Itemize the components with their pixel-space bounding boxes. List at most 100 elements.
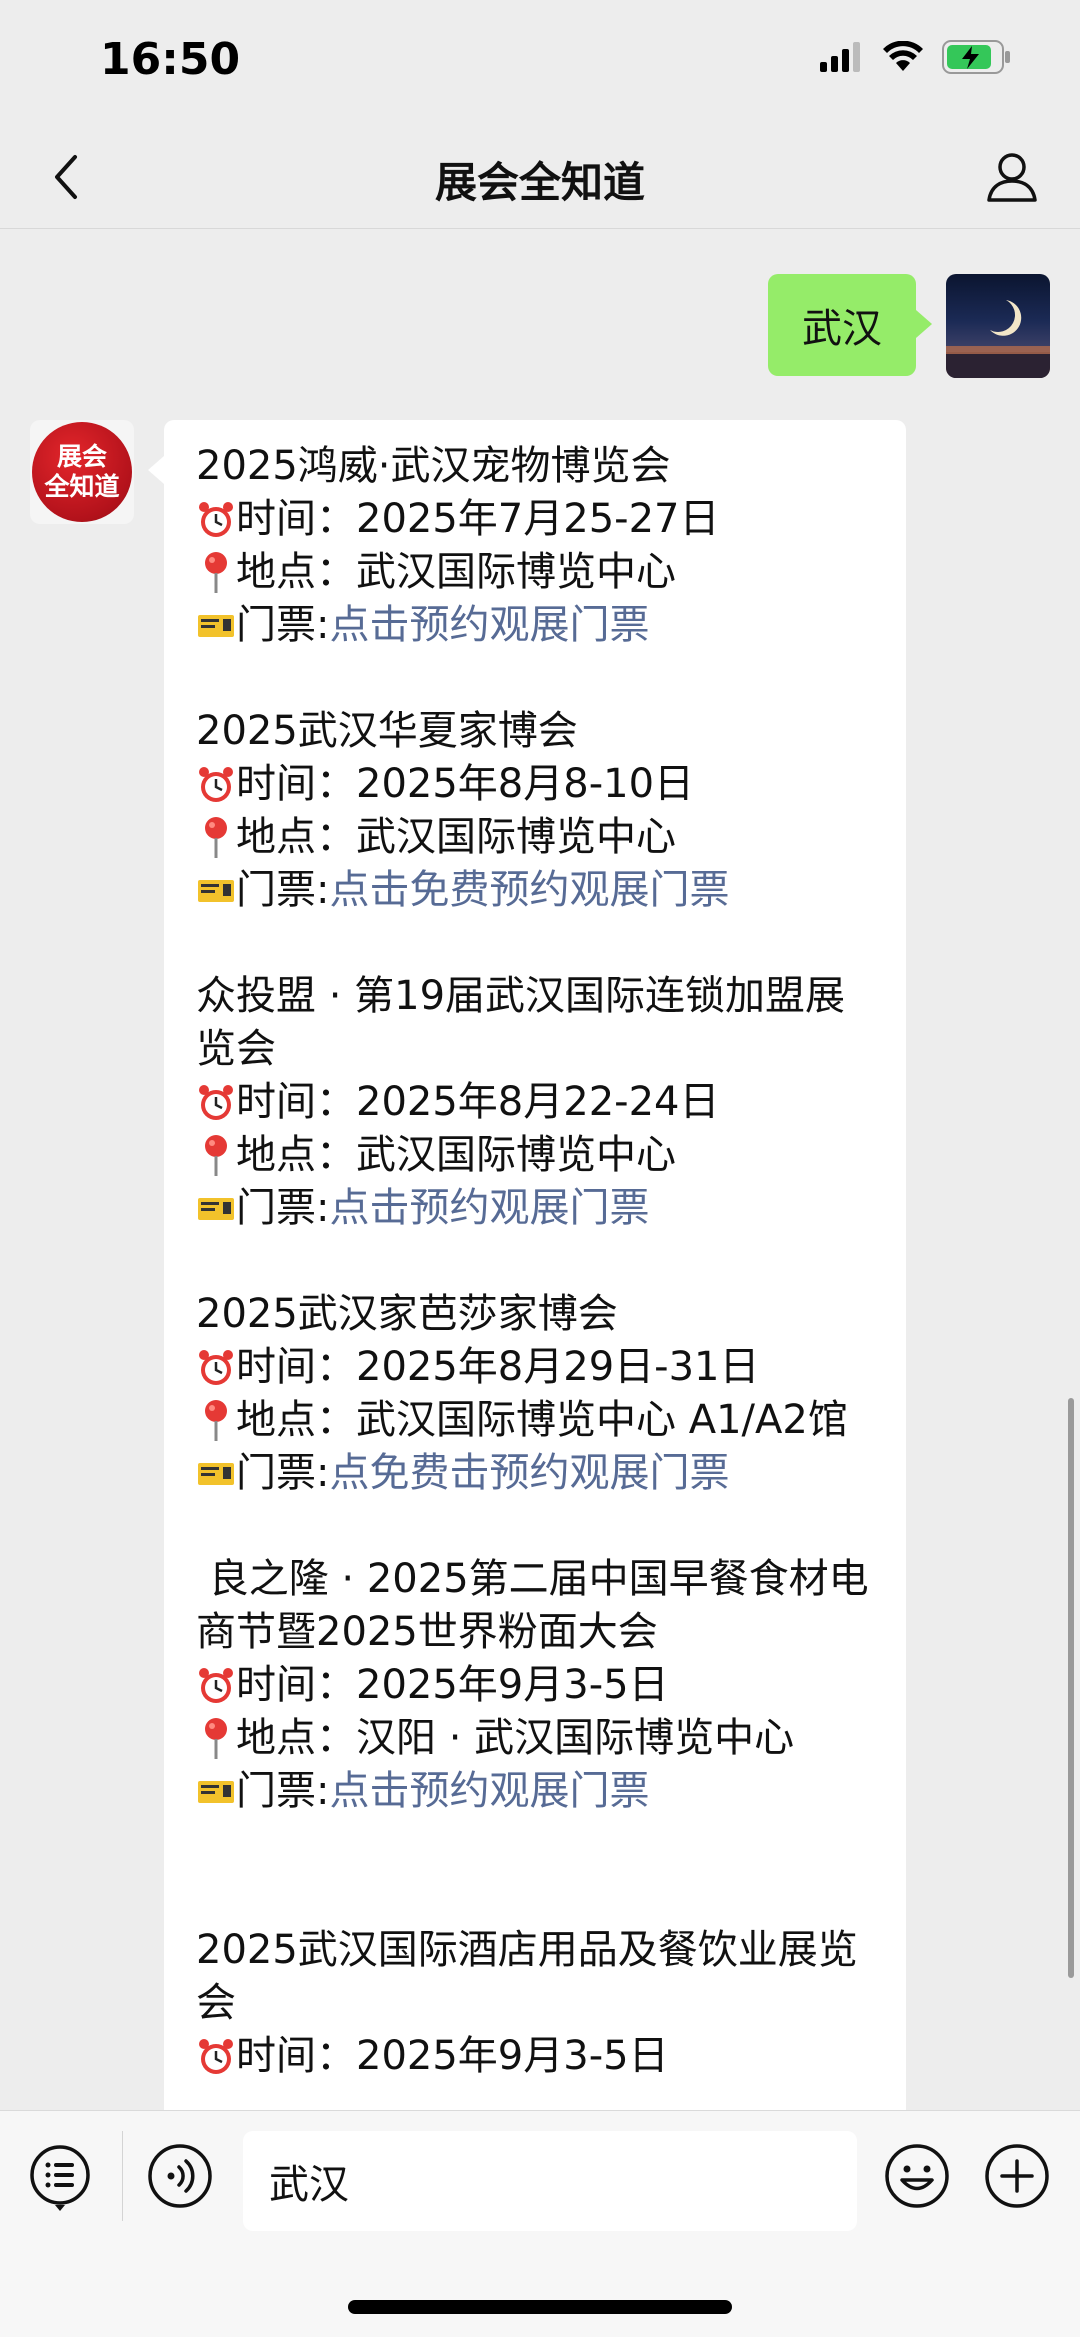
my-avatar[interactable] — [946, 274, 1050, 378]
emoji-button[interactable] — [884, 2143, 950, 2209]
event-time-label: 时间： — [236, 1079, 356, 1125]
event-time-row: 时间： 2025年8月8-10日 — [196, 758, 878, 811]
event-venue-label: 地点： — [236, 549, 356, 595]
event-venue-label: 地点： — [236, 814, 356, 860]
alarm-clock-icon — [196, 2030, 236, 2083]
event-time: 2025年9月3-5日 — [356, 1662, 669, 1708]
profile-button[interactable] — [980, 145, 1044, 209]
event-item: 2025武汉华夏家博会 时间： 2025年8月8-10日 地点： 武汉国际博览中… — [196, 705, 878, 917]
event-time-label: 时间： — [236, 1662, 356, 1708]
event-venue-row: 地点： 武汉国际博览中心 — [196, 546, 878, 599]
ticket-icon — [196, 1447, 236, 1500]
location-pin-icon — [196, 546, 236, 599]
person-icon — [987, 153, 1037, 202]
ticket-booking-link[interactable]: 点击预约观展门票 — [329, 1182, 649, 1235]
more-options-button[interactable] — [984, 2143, 1050, 2209]
event-venue: 武汉国际博览中心 — [356, 549, 676, 595]
voice-input-button[interactable] — [147, 2143, 213, 2209]
event-ticket-row: 门票: 点击免费预约观展门票 — [196, 864, 878, 917]
sent-message-text: 武汉 — [802, 306, 882, 352]
chat-area[interactable]: 武汉 展会 全知道 2025鸿威·武汉宠物博览会 时间： 2025年7月25-2… — [0, 230, 1080, 2110]
event-ticket-row: 门票: 点击预约观展门票 — [196, 1182, 878, 1235]
ticket-booking-link[interactable]: 点击预约观展门票 — [329, 1765, 649, 1818]
ticket-booking-link[interactable]: 点击免费预约观展门票 — [329, 864, 729, 917]
event-time-row: 时间： 2025年9月3-5日 — [196, 1659, 878, 1712]
event-time-label: 时间： — [236, 1344, 356, 1390]
event-venue-row: 地点： 武汉国际博览中心 — [196, 811, 878, 864]
event-ticket-label: 门票: — [236, 1450, 330, 1496]
event-time: 2025年8月29日-31日 — [356, 1344, 760, 1390]
ticket-booking-link[interactable]: 点免费击预约观展门票 — [329, 1447, 729, 1500]
event-time-label: 时间： — [236, 496, 356, 542]
event-title: 2025武汉国际酒店用品及餐饮业展览会 — [196, 1927, 858, 2026]
bot-logo: 展会 全知道 — [32, 422, 132, 522]
battery-icon — [942, 40, 1012, 78]
menu-button[interactable] — [28, 2143, 92, 2211]
event-time-row: 时间： 2025年8月29日-31日 — [196, 1341, 878, 1394]
event-venue-row: 地点： 汉阳 · 武汉国际博览中心 — [196, 1712, 878, 1765]
event-time: 2025年9月3-5日 — [356, 2033, 669, 2079]
nav-bar: 展会全知道 — [0, 125, 1080, 229]
location-pin-icon — [196, 1394, 236, 1447]
event-title: 2025武汉华夏家博会 — [196, 708, 578, 754]
status-time: 16:50 — [100, 34, 241, 85]
event-ticket-label: 门票: — [236, 1768, 330, 1814]
ticket-booking-link[interactable]: 点击预约观展门票 — [329, 599, 649, 652]
plus-icon — [985, 2144, 1049, 2208]
event-venue: 武汉国际博览中心 — [356, 814, 676, 860]
event-time-label: 时间： — [236, 2033, 356, 2079]
moon-icon — [946, 300, 1050, 378]
alarm-clock-icon — [196, 493, 236, 546]
event-item: 2025武汉家芭莎家博会 时间： 2025年8月29日-31日 地点：武汉国际博… — [196, 1288, 878, 1500]
event-venue-label: 地点： — [236, 1715, 356, 1761]
event-venue-row: 地点： 武汉国际博览中心 — [196, 1129, 878, 1182]
event-ticket-label: 门票: — [236, 1185, 330, 1231]
message-input-value: 武汉 — [269, 2162, 349, 2208]
location-pin-icon — [196, 1129, 236, 1182]
home-indicator[interactable] — [348, 2300, 732, 2314]
event-title: 2025武汉家芭莎家博会 — [196, 1291, 618, 1337]
signal-icon — [820, 42, 864, 76]
event-time-label: 时间： — [236, 761, 356, 807]
location-pin-icon — [196, 811, 236, 864]
event-item: 众投盟 · 第19届武汉国际连锁加盟展览会 时间： 2025年8月22-24日 … — [196, 970, 878, 1235]
event-venue-label: 地点： — [236, 1132, 356, 1178]
event-venue-label: 地点： — [236, 1397, 356, 1443]
event-item: 2025武汉国际酒店用品及餐饮业展览会 时间： 2025年9月3-5日 — [196, 1924, 878, 2083]
event-title: 2025鸿威·武汉宠物博览会 — [196, 443, 671, 489]
divider — [122, 2131, 123, 2221]
alarm-clock-icon — [196, 1659, 236, 1712]
status-bar: 16:50 — [0, 0, 1080, 125]
event-item: 2025鸿威·武汉宠物博览会 时间： 2025年7月25-27日 地点： 武汉国… — [196, 440, 878, 652]
event-ticket-label: 门票: — [236, 867, 330, 913]
event-ticket-row: 门票: 点击预约观展门票 — [196, 599, 878, 652]
event-ticket-row: 门票: 点击预约观展门票 — [196, 1765, 878, 1818]
event-time: 2025年8月8-10日 — [356, 761, 695, 807]
received-message-bubble[interactable]: 2025鸿威·武汉宠物博览会 时间： 2025年7月25-27日 地点： 武汉国… — [148, 420, 906, 2110]
event-time-row: 时间： 2025年7月25-27日 — [196, 493, 878, 546]
bot-avatar[interactable]: 展会 全知道 — [30, 420, 134, 524]
list-menu-icon — [30, 2145, 90, 2211]
location-pin-icon — [196, 1712, 236, 1765]
ticket-icon — [196, 864, 236, 917]
event-venue: 汉阳 · 武汉国际博览中心 — [356, 1715, 795, 1761]
sent-message-bubble[interactable]: 武汉 — [768, 274, 932, 376]
event-time: 2025年7月25-27日 — [356, 496, 720, 542]
ticket-icon — [196, 599, 236, 652]
voice-icon — [148, 2144, 212, 2208]
event-title: 良之隆 · 2025第二届中国早餐食材电商节暨2025世界粉面大会 — [196, 1556, 869, 1655]
message-input[interactable]: 武汉 — [243, 2131, 857, 2231]
event-venue-row: 地点：武汉国际博览中心 A1/A2馆 — [196, 1394, 878, 1447]
event-item: 良之隆 · 2025第二届中国早餐食材电商节暨2025世界粉面大会 时间： 20… — [196, 1553, 878, 1818]
alarm-clock-icon — [196, 758, 236, 811]
status-icons — [820, 40, 1012, 78]
bot-logo-line2: 全知道 — [44, 472, 120, 501]
event-time: 2025年8月22-24日 — [356, 1079, 720, 1125]
ticket-icon — [196, 1182, 236, 1235]
chat-scrollbar[interactable] — [1068, 1398, 1074, 1978]
event-time-row: 时间： 2025年9月3-5日 — [196, 2030, 878, 2083]
chat-title: 展会全知道 — [434, 158, 645, 207]
alarm-clock-icon — [196, 1076, 236, 1129]
event-ticket-row: 门票: 点免费击预约观展门票 — [196, 1447, 878, 1500]
smiley-icon — [885, 2144, 949, 2208]
